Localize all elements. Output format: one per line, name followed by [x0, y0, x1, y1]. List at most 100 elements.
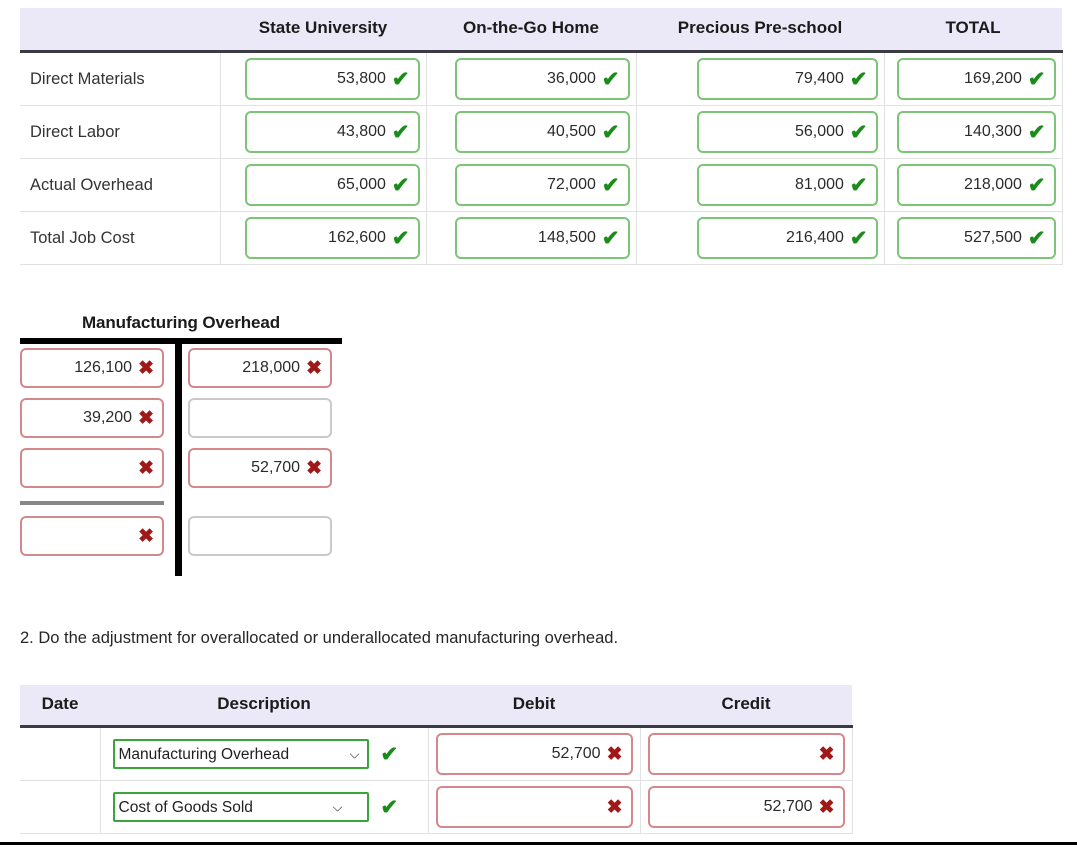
- t-account-debit-input-2[interactable]: 39,200 ✖: [20, 398, 164, 438]
- amount-input-tjc-precious-pre-school[interactable]: 216,400 ✔: [696, 217, 878, 259]
- check-icon: ✔: [1027, 67, 1046, 91]
- job-cost-cell: 79,400 ✔: [635, 51, 885, 106]
- journal-debit-cell: ✖: [427, 780, 641, 834]
- account-select-row-2[interactable]: Cost of Goods Sold: [112, 792, 369, 822]
- t-account-credit-input-3[interactable]: 52,700 ✖: [188, 448, 332, 488]
- amount-input-ao-state-university[interactable]: 65,000 ✔: [244, 164, 420, 206]
- debit-input-row-1[interactable]: 52,700 ✖: [435, 733, 633, 775]
- amount-input-dl-total[interactable]: 140,300 ✔: [896, 111, 1056, 153]
- journal-date-cell[interactable]: [20, 780, 101, 834]
- check-icon: ✔: [391, 173, 410, 197]
- job-cost-cell: 218,000 ✔: [883, 158, 1063, 212]
- journal-date-cell[interactable]: [20, 726, 101, 781]
- amount-input-tjc-on-the-go-home[interactable]: 148,500 ✔: [454, 217, 630, 259]
- check-icon: ✔: [380, 742, 399, 766]
- t-account-credit-input-2[interactable]: [188, 398, 332, 438]
- job-cost-cell: 56,000 ✔: [635, 105, 885, 159]
- cross-icon: ✖: [306, 457, 322, 479]
- table-row: Direct Labor 43,800 ✔ 40,500 ✔ 56,000 ✔: [20, 105, 1063, 159]
- amount-value: 40,500: [546, 123, 596, 140]
- job-cost-cell: 43,800 ✔: [219, 105, 427, 159]
- job-cost-header-precious-pre-school: Precious Pre-school: [636, 8, 884, 53]
- job-cost-cell: 162,600 ✔: [219, 211, 427, 265]
- t-account-debit-input-1[interactable]: 126,100 ✖: [20, 348, 164, 388]
- amount-input-tjc-total[interactable]: 527,500 ✔: [896, 217, 1056, 259]
- question-2-text: 2. Do the adjustment for overallocated o…: [20, 629, 619, 647]
- journal-header-debit: Debit: [428, 685, 640, 728]
- t-account-credit-column: 218,000 ✖ 52,700 ✖: [188, 348, 332, 556]
- journal-header-row: Date Description Debit Credit: [20, 685, 852, 728]
- journal-credit-cell: 52,700 ✖: [639, 780, 853, 834]
- t-account-debit-column: 126,100 ✖ 39,200 ✖ ✖ ✖: [20, 348, 164, 556]
- job-cost-cell: 169,200 ✔: [883, 51, 1063, 106]
- journal-credit-cell: ✖: [639, 726, 853, 781]
- amount-value: 218,000: [964, 176, 1022, 193]
- account-select-holder: Cost of Goods Sold ⌵: [112, 792, 369, 822]
- job-cost-cell: 81,000 ✔: [635, 158, 885, 212]
- job-cost-header-state-university: State University: [220, 8, 426, 53]
- amount-value: 52,700: [763, 798, 813, 815]
- amount-input-tjc-state-university[interactable]: 162,600 ✔: [244, 217, 420, 259]
- manufacturing-overhead-t-account: Manufacturing Overhead 126,100 ✖ 39,200 …: [20, 313, 342, 576]
- cross-icon: ✖: [306, 357, 322, 379]
- amount-value: 72,000: [546, 176, 596, 193]
- amount-input-dl-state-university[interactable]: 43,800 ✔: [244, 111, 420, 153]
- job-cost-row-label: Actual Overhead: [20, 158, 221, 212]
- t-account-credit-input-1[interactable]: 218,000 ✖: [188, 348, 332, 388]
- amount-value: 36,000: [546, 70, 596, 87]
- table-row: Manufacturing Overhead ⌵ ✔ 52,700 ✖ ✖: [20, 726, 853, 781]
- cross-icon: ✖: [138, 407, 154, 429]
- t-account-body: 126,100 ✖ 39,200 ✖ ✖ ✖ 218,000 ✖ 52,700 …: [20, 344, 342, 576]
- amount-value: 43,800: [336, 123, 386, 140]
- job-cost-header-corner: [20, 8, 220, 53]
- journal-description-wrap: Cost of Goods Sold ⌵ ✔: [107, 792, 422, 822]
- t-account-credit-balance-input[interactable]: [188, 516, 332, 556]
- check-icon: ✔: [849, 67, 868, 91]
- job-cost-cell: 72,000 ✔: [425, 158, 637, 212]
- check-icon: ✔: [601, 226, 620, 250]
- job-cost-header-total: TOTAL: [884, 8, 1062, 53]
- cross-icon: ✖: [818, 796, 835, 818]
- amount-input-dm-precious-pre-school[interactable]: 79,400 ✔: [696, 58, 878, 100]
- check-icon: ✔: [391, 120, 410, 144]
- job-cost-cell: 148,500 ✔: [425, 211, 637, 265]
- job-cost-row-label: Direct Materials: [20, 51, 221, 106]
- job-cost-cell: 65,000 ✔: [219, 158, 427, 212]
- cross-icon: ✖: [606, 743, 623, 765]
- cross-icon: ✖: [138, 525, 154, 547]
- credit-input-row-1[interactable]: ✖: [647, 733, 845, 775]
- amount-input-dl-precious-pre-school[interactable]: 56,000 ✔: [696, 111, 878, 153]
- amount-input-dm-on-the-go-home[interactable]: 36,000 ✔: [454, 58, 630, 100]
- check-icon: ✔: [1027, 226, 1046, 250]
- amount-input-dm-state-university[interactable]: 53,800 ✔: [244, 58, 420, 100]
- cross-icon: ✖: [606, 796, 623, 818]
- journal-header-credit: Credit: [640, 685, 852, 728]
- amount-value: 39,200: [83, 409, 133, 426]
- amount-input-ao-total[interactable]: 218,000 ✔: [896, 164, 1056, 206]
- job-cost-header-on-the-go-home: On-the-Go Home: [426, 8, 636, 53]
- credit-input-row-2[interactable]: 52,700 ✖: [647, 786, 845, 828]
- amount-value: 140,300: [964, 123, 1022, 140]
- amount-input-ao-on-the-go-home[interactable]: 72,000 ✔: [454, 164, 630, 206]
- cross-icon: ✖: [138, 457, 154, 479]
- amount-input-dl-on-the-go-home[interactable]: 40,500 ✔: [454, 111, 630, 153]
- t-account-debit-input-3[interactable]: ✖: [20, 448, 164, 488]
- debit-input-row-2[interactable]: ✖: [435, 786, 633, 828]
- table-row: Total Job Cost 162,600 ✔ 148,500 ✔ 216,4…: [20, 211, 1063, 265]
- account-select-holder: Manufacturing Overhead ⌵: [112, 739, 369, 769]
- account-select-row-1[interactable]: Manufacturing Overhead: [112, 739, 369, 769]
- amount-input-dm-total[interactable]: 169,200 ✔: [896, 58, 1056, 100]
- job-cost-row-label: Total Job Cost: [20, 211, 221, 265]
- cross-icon: ✖: [818, 743, 835, 765]
- job-cost-cell: 140,300 ✔: [883, 105, 1063, 159]
- check-icon: ✔: [391, 67, 410, 91]
- t-account-debit-balance-input[interactable]: ✖: [20, 516, 164, 556]
- journal-header-date: Date: [20, 685, 100, 728]
- amount-value: 162,600: [328, 229, 386, 246]
- journal-debit-cell: 52,700 ✖: [427, 726, 641, 781]
- table-row: Cost of Goods Sold ⌵ ✔ ✖ 52,700 ✖: [20, 780, 853, 834]
- check-icon: ✔: [1027, 173, 1046, 197]
- journal-entry-table: Date Description Debit Credit Manufactur…: [20, 685, 853, 834]
- amount-value: 148,500: [538, 229, 596, 246]
- amount-input-ao-precious-pre-school[interactable]: 81,000 ✔: [696, 164, 878, 206]
